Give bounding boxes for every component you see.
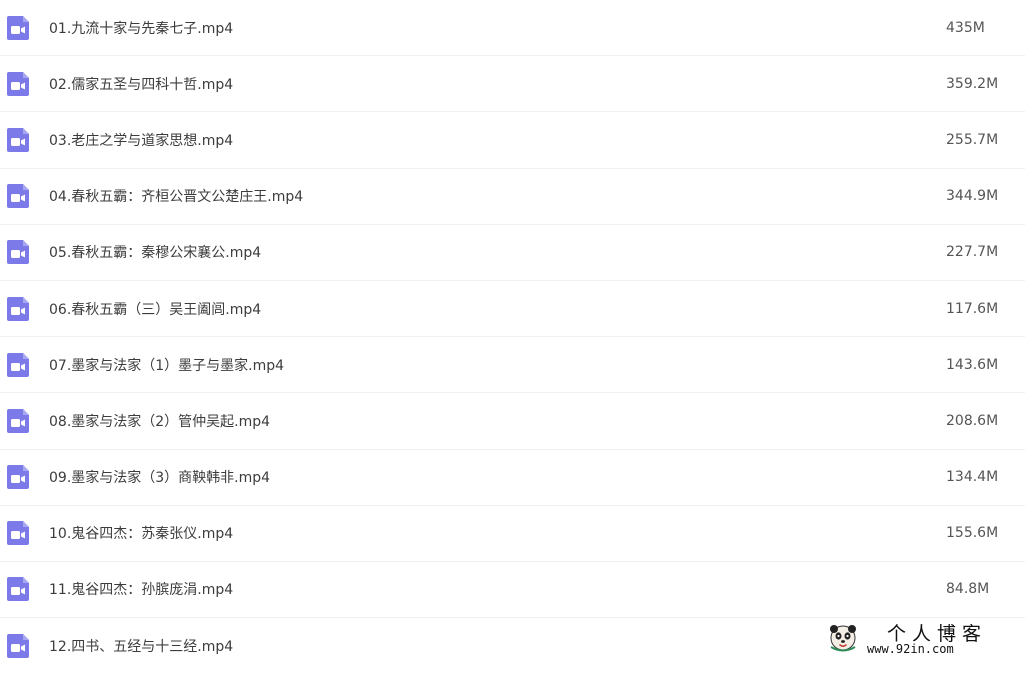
file-name: 09.墨家与法家（3）商鞅韩非.mp4 [49,470,271,487]
file-name: 02.儒家五圣与四科十哲.mp4 [49,76,234,93]
video-file-icon [7,465,29,490]
file-row[interactable]: 05.春秋五霸：秦穆公宋襄公.mp4 227.7M [0,225,1025,281]
file-row[interactable]: 08.墨家与法家（2）管仲吴起.mp4 208.6M [0,393,1025,450]
video-file-icon [7,521,29,546]
panda-logo-icon [830,625,856,652]
video-file-icon [7,296,29,321]
video-file-icon [7,240,29,265]
file-name: 03.老庄之学与道家思想.mp4 [49,132,234,149]
file-name: 07.墨家与法家（1）墨子与墨家.mp4 [49,357,285,374]
file-size: 143.6M [946,356,999,373]
file-row[interactable]: 02.儒家五圣与四科十哲.mp4 359.2M [0,56,1025,113]
file-size: 359.2M [946,75,999,92]
file-name: 01.九流十家与先秦七子.mp4 [49,20,234,37]
file-row[interactable]: 10.鬼谷四杰：苏秦张仪.mp4 155.6M [0,506,1025,562]
watermark: 个人博客 www.92in.com [827,619,1019,659]
video-file-icon [7,127,29,152]
file-row[interactable]: 11.鬼谷四杰：孙膑庞涓.mp4 84.8M [0,562,1025,619]
file-size: 84.8M [946,581,990,598]
file-row[interactable]: 04.春秋五霸：齐桓公晋文公楚庄王.mp4 344.9M [0,169,1025,225]
file-row[interactable]: 09.墨家与法家（3）商鞅韩非.mp4 134.4M [0,450,1025,506]
file-size: 208.6M [946,412,999,429]
file-name: 05.春秋五霸：秦穆公宋襄公.mp4 [49,245,262,262]
file-name: 06.春秋五霸（三）吴王阖闾.mp4 [49,301,262,318]
file-size: 344.9M [946,188,999,205]
file-list: 01.九流十家与先秦七子.mp4 435M 02.儒家五圣与四科十哲.mp4 359.… [0,0,1025,674]
video-file-icon [7,634,29,659]
file-size: 117.6M [946,300,999,317]
file-name: 08.墨家与法家（2）管仲吴起.mp4 [49,413,271,430]
file-name: 04.春秋五霸：齐桓公晋文公楚庄王.mp4 [49,189,304,206]
file-row[interactable]: 01.九流十家与先秦七子.mp4 435M [0,0,1025,57]
file-name: 12.四书、五经与十三经.mp4 [49,639,234,656]
file-row[interactable]: 03.老庄之学与道家思想.mp4 255.7M [0,112,1025,169]
file-name: 10.鬼谷四杰：苏秦张仪.mp4 [49,526,234,543]
file-row[interactable]: 07.墨家与法家（1）墨子与墨家.mp4 143.6M [0,337,1025,394]
video-file-icon [7,71,29,96]
video-file-icon [7,15,29,40]
file-size: 435M [946,19,985,36]
file-size: 134.4M [946,469,999,486]
video-file-icon [7,352,29,377]
file-name: 11.鬼谷四杰：孙膑庞涓.mp4 [49,582,234,599]
file-size: 227.7M [946,244,999,261]
file-size: 155.6M [946,525,999,542]
file-size: 255.7M [946,131,999,148]
watermark-url: www.92in.com [867,642,954,656]
file-row[interactable]: 06.春秋五霸（三）吴王阖闾.mp4 117.6M [0,281,1025,338]
video-file-icon [7,408,29,433]
video-file-icon [7,184,29,209]
video-file-icon [7,577,29,602]
